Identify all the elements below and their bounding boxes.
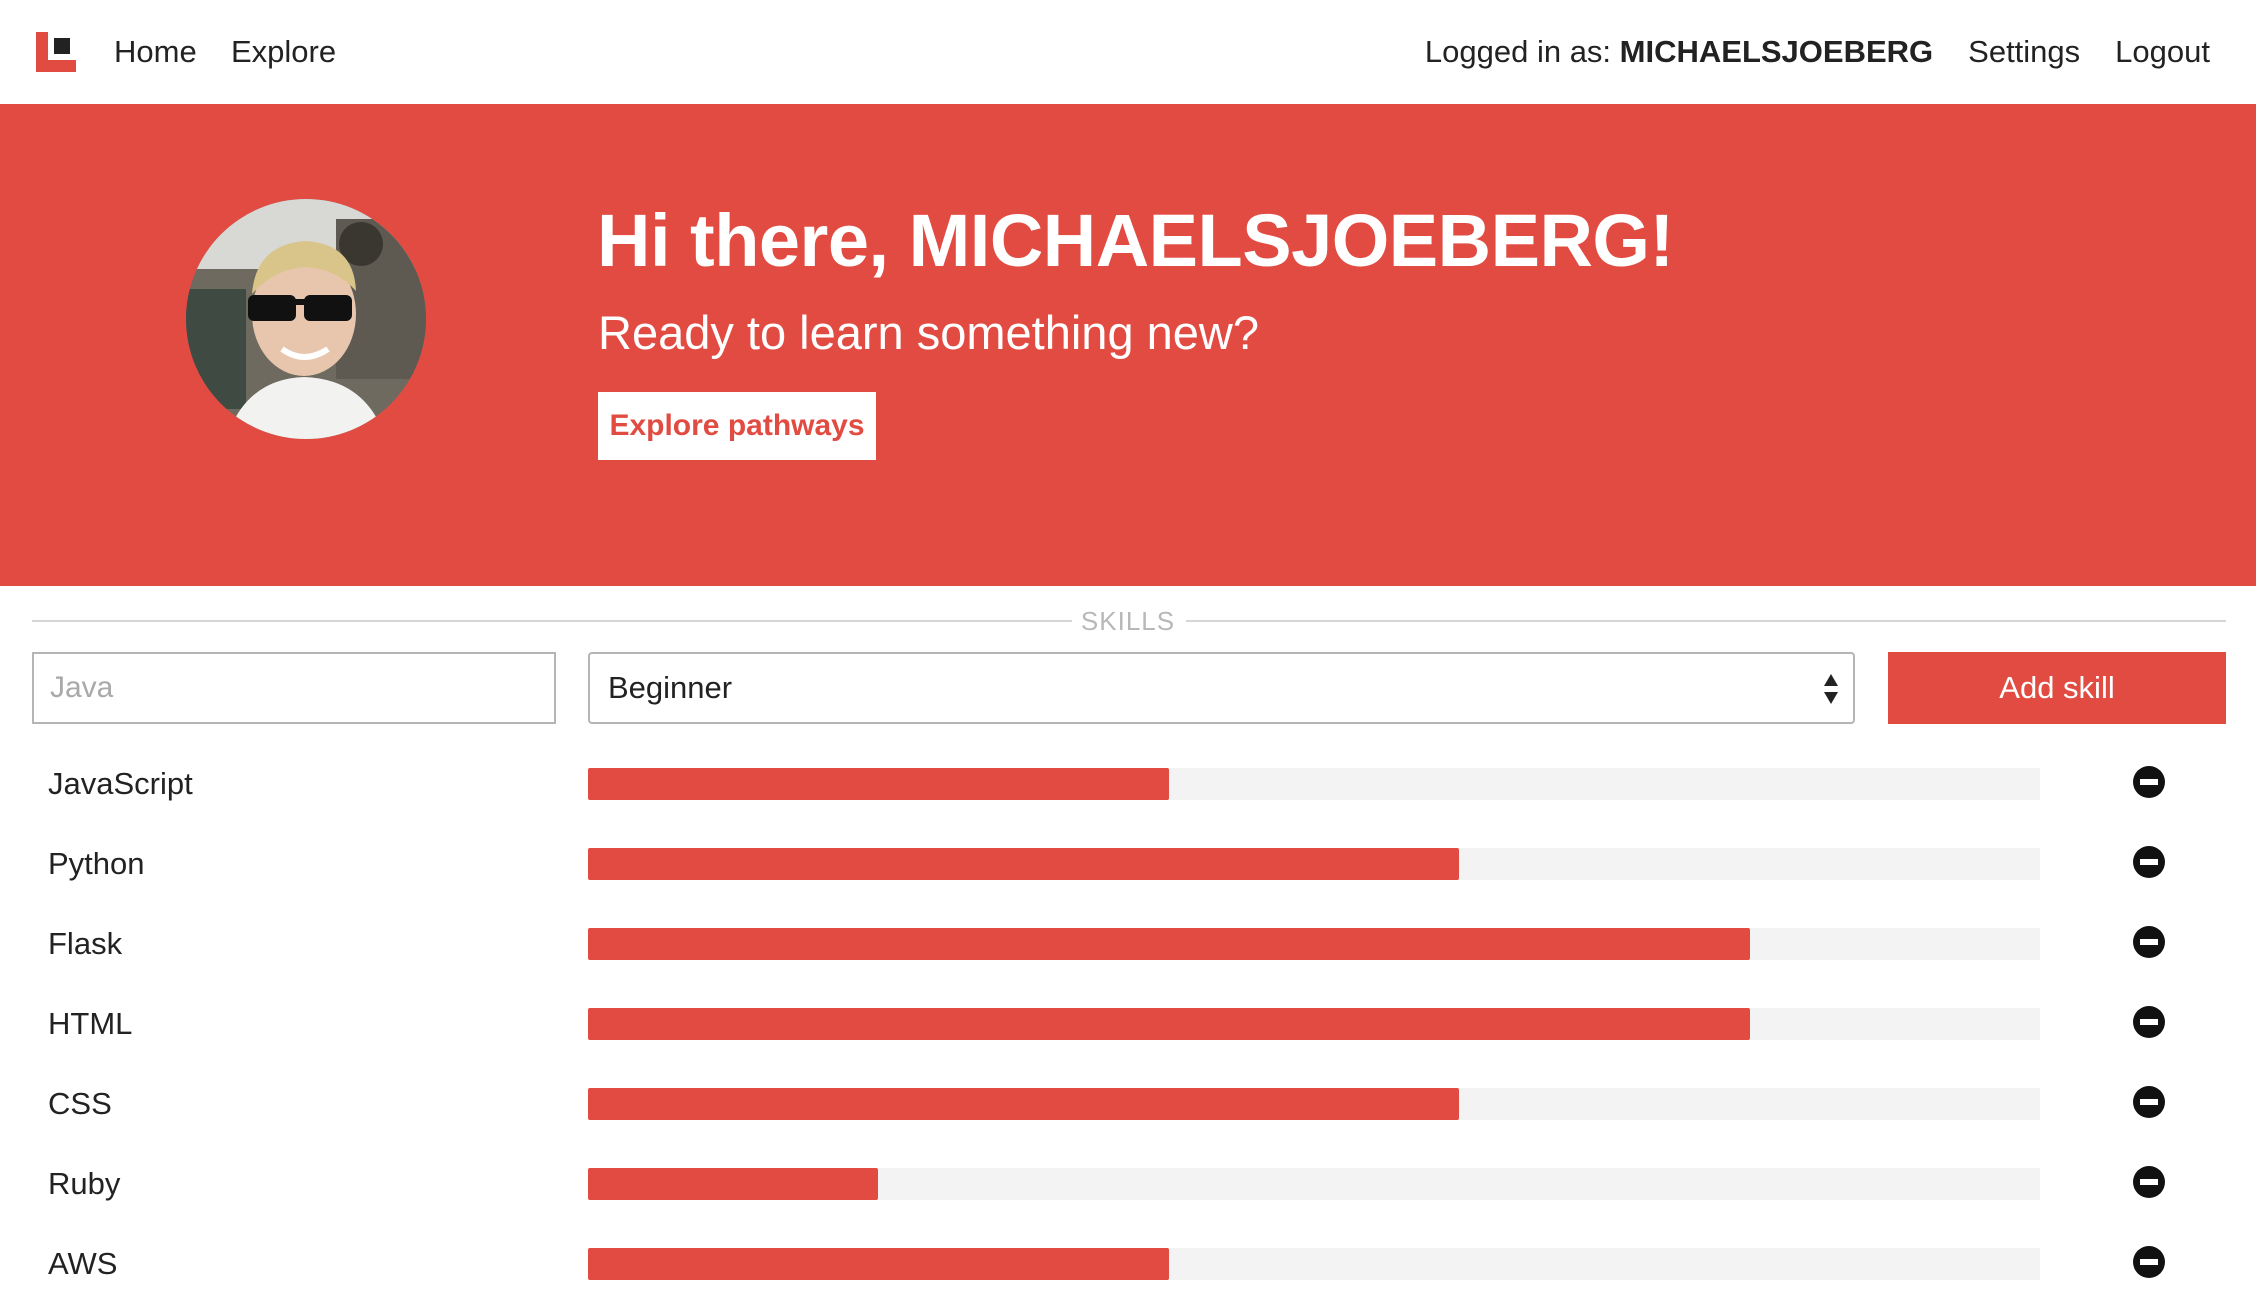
- remove-skill-icon[interactable]: [2133, 926, 2165, 958]
- remove-skill-icon[interactable]: [2133, 1166, 2165, 1198]
- explore-pathways-button[interactable]: Explore pathways: [598, 392, 876, 460]
- skill-name: Flask: [48, 926, 123, 961]
- remove-skill-icon[interactable]: [2133, 766, 2165, 798]
- nav-home-link[interactable]: Home: [114, 30, 197, 74]
- remove-skill-icon[interactable]: [2133, 1006, 2165, 1038]
- remove-skill-icon[interactable]: [2133, 1246, 2165, 1278]
- divider-line-right: [1186, 620, 2226, 622]
- divider-line-left: [32, 620, 1072, 622]
- logged-in-username: MICHAELSJOEBERG: [1619, 34, 1934, 69]
- skill-level-select[interactable]: Beginner: [588, 652, 1855, 724]
- skill-level-value: Beginner: [608, 670, 733, 705]
- logged-in-prefix: Logged in as:: [1424, 34, 1612, 69]
- skill-row: Python: [0, 836, 2256, 892]
- skill-name: HTML: [48, 1006, 133, 1041]
- skill-level-fill: [588, 1168, 878, 1200]
- skill-row: CSS: [0, 1076, 2256, 1132]
- skill-level-fill: [588, 848, 1459, 880]
- skill-row: AWS: [0, 1236, 2256, 1292]
- logged-in-label: Logged in as: MICHAELSJOEBERG: [1425, 34, 1933, 70]
- skill-name: AWS: [48, 1246, 118, 1281]
- skill-level-bar: [588, 1008, 2040, 1040]
- skill-row: HTML: [0, 996, 2256, 1052]
- nav-settings-link[interactable]: Settings: [1968, 34, 2080, 70]
- top-navbar: Home Explore Logged in as: MICHAELSJOEBE…: [0, 0, 2256, 104]
- skill-name: Ruby: [48, 1166, 121, 1201]
- skill-level-fill: [588, 1248, 1169, 1280]
- nav-explore-link[interactable]: Explore: [231, 30, 336, 74]
- skill-level-fill: [588, 928, 1750, 960]
- skill-level-bar: [588, 1248, 2040, 1280]
- select-arrows-icon: [1824, 674, 1838, 704]
- skill-level-bar: [588, 848, 2040, 880]
- skill-level-bar: [588, 928, 2040, 960]
- skills-section-title: SKILLS: [1080, 606, 1176, 636]
- skill-level-fill: [588, 768, 1169, 800]
- skill-level-bar: [588, 1168, 2040, 1200]
- remove-skill-icon[interactable]: [2133, 846, 2165, 878]
- hero-title: Hi there, MICHAELSJOEBERG!: [597, 199, 1674, 282]
- nav-logout-link[interactable]: Logout: [2115, 34, 2210, 70]
- remove-skill-icon[interactable]: [2133, 1086, 2165, 1118]
- skill-level-fill: [588, 1088, 1459, 1120]
- hero-subtitle: Ready to learn something new?: [598, 306, 1260, 359]
- welcome-hero: Hi there, MICHAELSJOEBERG! Ready to lear…: [0, 104, 2256, 586]
- avatar: [186, 199, 426, 439]
- avatar-image: [186, 199, 426, 439]
- skill-level-bar: [588, 768, 2040, 800]
- skill-level-fill: [588, 1008, 1750, 1040]
- skill-row: Ruby: [0, 1156, 2256, 1212]
- skill-row: Flask: [0, 916, 2256, 972]
- add-skill-button[interactable]: Add skill: [1888, 652, 2226, 724]
- skill-name: Python: [48, 846, 145, 881]
- skill-name: JavaScript: [48, 766, 193, 801]
- nav-user-area: Logged in as: MICHAELSJOEBERG Settings L…: [1425, 30, 2210, 74]
- skill-row: JavaScript: [0, 756, 2256, 812]
- skill-name-input[interactable]: [32, 652, 556, 724]
- skill-name: CSS: [48, 1086, 112, 1121]
- app-logo-icon[interactable]: [36, 32, 76, 72]
- skill-level-bar: [588, 1088, 2040, 1120]
